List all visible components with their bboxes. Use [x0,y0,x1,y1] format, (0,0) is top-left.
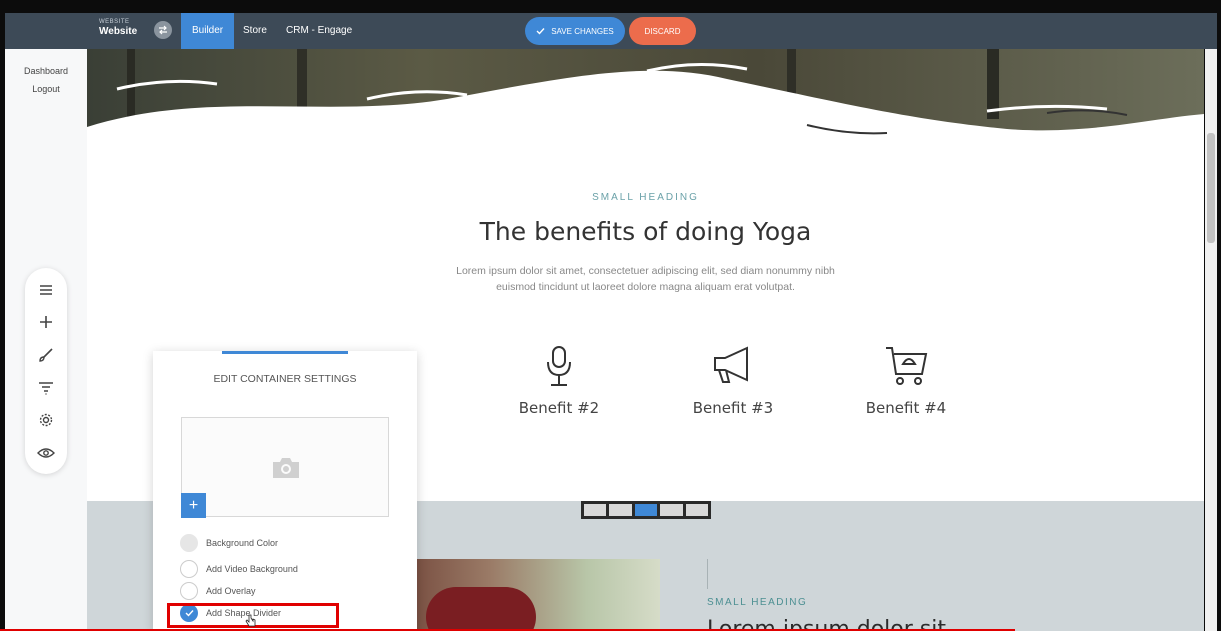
section-heading: The benefits of doing Yoga [479,217,812,246]
panel-title: EDIT CONTAINER SETTINGS [213,373,357,385]
option-label: Add Overlay [206,586,256,596]
microphone-icon [547,346,571,386]
option-label: Background Color [206,538,279,548]
nav-logout[interactable]: Logout [5,84,87,94]
divider-style-4[interactable] [660,504,683,516]
eye-icon[interactable] [34,441,58,465]
background-image-dropzone[interactable] [181,417,389,517]
color-swatch-icon[interactable] [180,534,198,552]
nav-builder[interactable]: Builder [181,13,235,49]
option-overlay[interactable]: Add Overlay [180,581,256,601]
menu-icon[interactable] [34,278,58,302]
benefit-4-label: Benefit #4 [865,399,947,417]
divider-line [707,559,708,589]
nav-dashboard[interactable]: Dashboard [5,66,87,76]
hero-image-with-brush-divider [87,49,1204,189]
nav-store[interactable]: Store [232,13,278,49]
divider-style-2[interactable] [609,504,632,516]
option-video-background[interactable]: Add Video Background [180,559,298,579]
site-switcher-label: Website [99,26,138,37]
add-image-button[interactable]: + [181,493,206,518]
site-switcher-caption: WEBSITE [99,19,130,25]
yoga-photo [416,559,660,631]
discard-button[interactable]: DISCARD [629,17,696,45]
plus-icon[interactable] [34,310,58,334]
gear-icon[interactable] [34,408,58,432]
divider-style-1[interactable] [584,504,607,516]
divider-style-5[interactable] [685,504,709,516]
site-switcher[interactable]: WEBSITE Website [99,19,137,37]
section-body-text: Lorem ipsum dolor sit amet, consectetuer… [456,265,835,293]
shape-divider-selector[interactable] [581,501,711,519]
edit-container-settings-panel: EDIT CONTAINER SETTINGS + Background Col… [153,351,417,631]
nav-crm-engage[interactable]: CRM - Engage [275,13,363,49]
top-bar: WEBSITE Website Builder Store CRM - Enga… [5,13,1217,49]
section-small-heading: SMALL HEADING [592,192,699,203]
save-changes-label: SAVE CHANGES [551,26,614,36]
option-background-color[interactable]: Background Color [180,533,278,553]
scrollbar-thumb[interactable] [1207,133,1215,243]
shopping-cart-icon [886,347,928,385]
save-changes-button[interactable]: SAVE CHANGES [525,17,625,45]
swap-icon[interactable] [154,21,172,39]
builder-toolbar [25,268,67,474]
benefit-2-label: Benefit #2 [518,399,600,417]
camera-icon [273,458,299,478]
filter-icon[interactable] [34,376,58,400]
cursor-hand-icon [245,614,256,627]
benefit-3-label: Benefit #3 [692,399,774,417]
panel-accent-bar [222,351,348,354]
radio-icon[interactable] [180,560,198,578]
radio-icon[interactable] [180,582,198,600]
check-icon [536,28,545,35]
lower-small-heading: SMALL HEADING [707,597,808,608]
divider-style-3[interactable] [634,504,658,516]
brush-icon[interactable] [34,343,58,367]
option-label: Add Video Background [206,564,298,574]
megaphone-icon [714,346,748,383]
